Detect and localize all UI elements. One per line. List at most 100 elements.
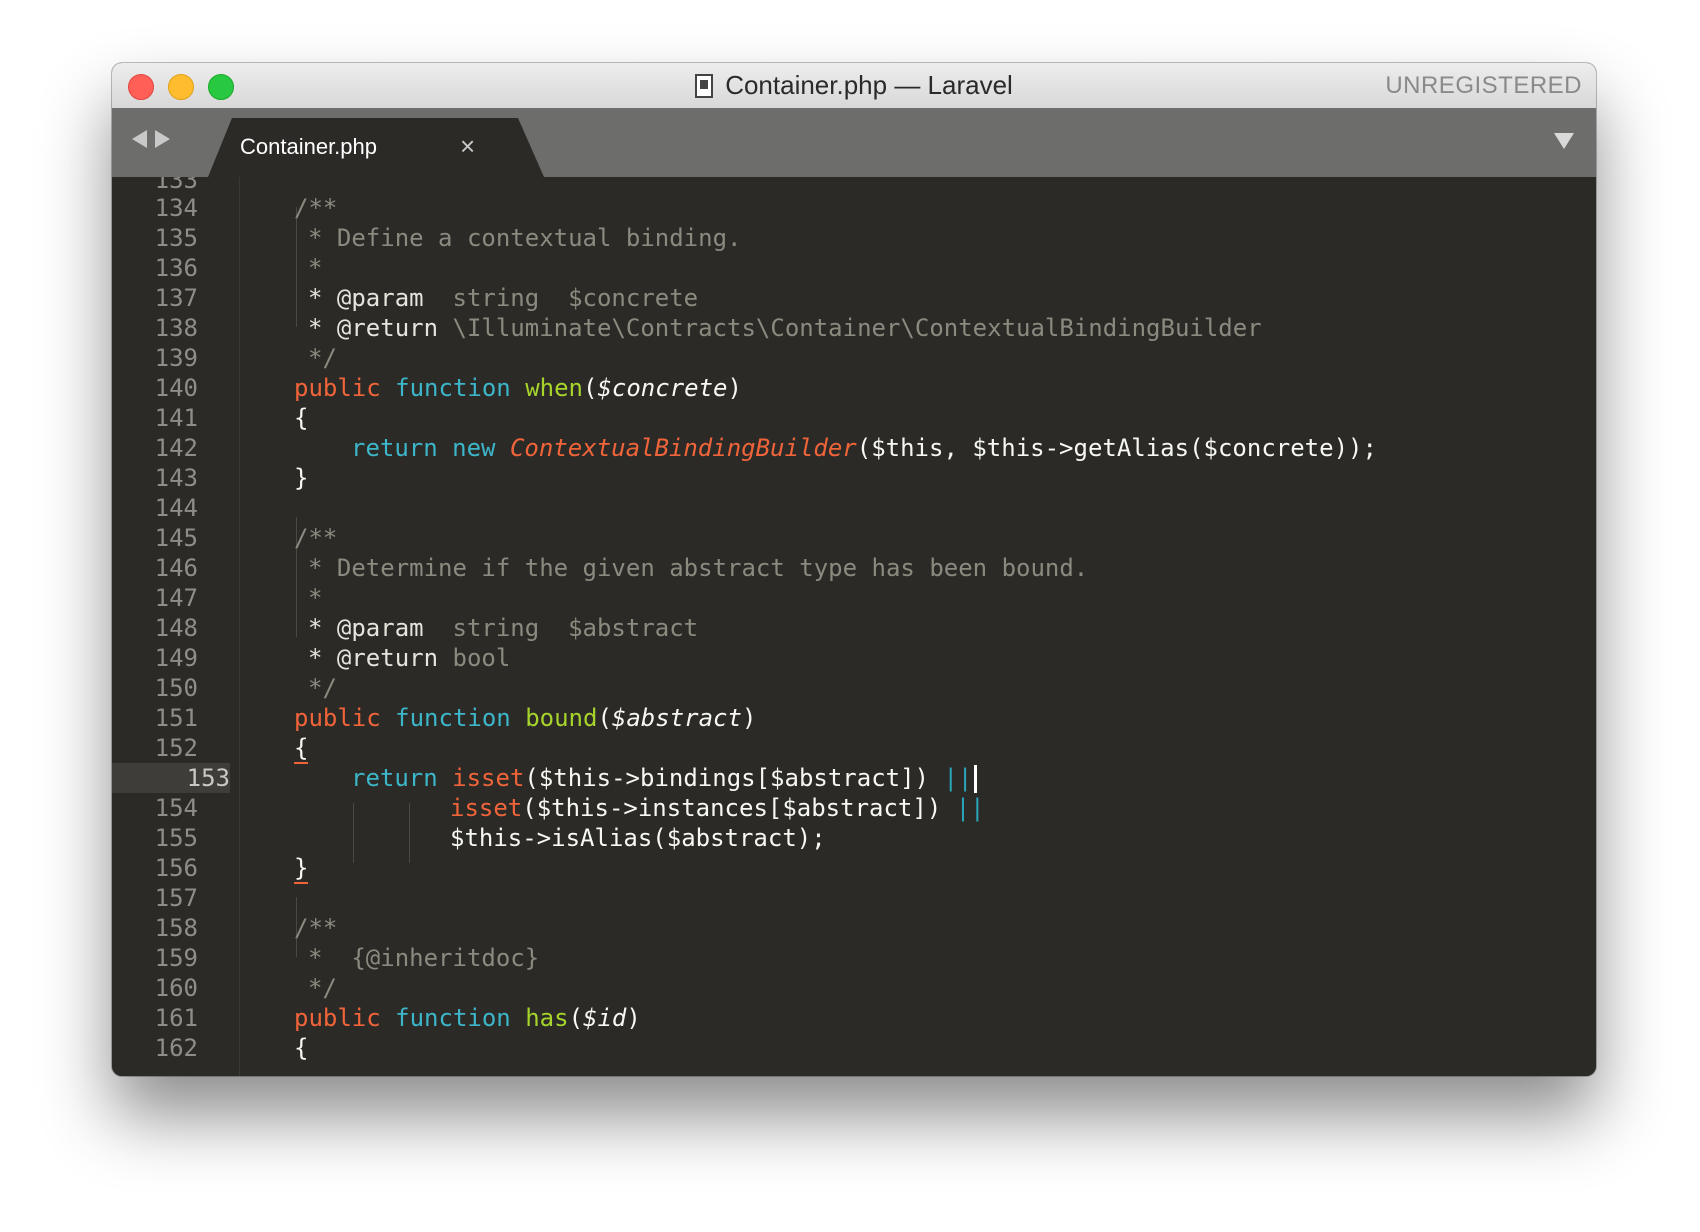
line-number: 161	[154, 1004, 198, 1032]
tab-bar: Container.php ×	[112, 108, 1596, 177]
line-number: 159	[154, 944, 198, 972]
code-line: }	[294, 464, 309, 492]
code-line: }	[294, 853, 309, 884]
punctuation: (	[583, 374, 598, 402]
code-line: */	[308, 344, 337, 372]
keyword: function	[395, 1004, 511, 1032]
function-name: has	[525, 1004, 569, 1032]
code-line: */	[308, 974, 337, 1002]
code-line: *	[308, 254, 323, 282]
punctuation: )	[626, 1004, 641, 1032]
code-area[interactable]: /** * Define a contextual binding. * * @…	[294, 177, 1596, 1076]
code-line: return new ContextualBindingBuilder($thi…	[351, 433, 1377, 463]
function-call: isset	[450, 794, 523, 822]
line-number: 138	[154, 314, 198, 342]
line-number: 136	[154, 254, 198, 282]
code-line: *	[308, 584, 323, 612]
line-number-gutter: 133 134 135 136 137 138 139 140 141 142 …	[112, 177, 230, 1076]
line-number: 148	[154, 614, 198, 642]
indent-guide	[409, 803, 410, 863]
doc-tag: * @return	[308, 644, 439, 672]
code-text: ($this->bindings[$abstract])	[524, 764, 929, 792]
line-number: 147	[154, 584, 198, 612]
doc-tag: * @param	[308, 284, 424, 312]
keyword: function	[395, 704, 511, 732]
doc-text: \Illuminate\Contracts\Container\Contextu…	[438, 314, 1262, 342]
punctuation: )	[741, 704, 757, 732]
line-number: 142	[154, 434, 198, 462]
tab-close-icon[interactable]: ×	[460, 131, 475, 162]
line-number: 162	[154, 1034, 198, 1062]
line-number: 140	[154, 374, 198, 402]
punctuation: )	[727, 374, 742, 402]
code-line: * @return \Illuminate\Contracts\Containe…	[308, 313, 1262, 343]
doc-tag: * @param	[308, 614, 424, 642]
line-number: 144	[154, 494, 198, 522]
code-line: * @param string $concrete	[308, 283, 698, 313]
window-title: Container.php — Laravel	[725, 70, 1013, 100]
matched-brace: }	[294, 854, 309, 884]
title-bar: Container.php — Laravel UNREGISTERED	[112, 63, 1596, 109]
keyword: return	[351, 764, 438, 792]
class-name: ContextualBindingBuilder	[509, 434, 857, 462]
line-number: 152	[154, 734, 198, 762]
code-text: ($this, $this->getAlias($concrete));	[856, 434, 1377, 462]
registration-status: UNREGISTERED	[1385, 72, 1582, 99]
line-number: 145	[154, 524, 198, 552]
code-line: public function when($concrete)	[294, 373, 742, 403]
line-number: 146	[154, 554, 198, 582]
function-name: when	[525, 374, 583, 402]
function-name: bound	[525, 704, 598, 732]
code-line: public function has($id)	[294, 1003, 641, 1033]
punctuation: (	[568, 1004, 584, 1032]
code-line: * @return bool	[308, 643, 510, 673]
code-editor[interactable]: 133 134 135 136 137 138 139 140 141 142 …	[112, 177, 1596, 1076]
doc-tag: * @return	[308, 314, 439, 342]
gutter-divider	[239, 177, 240, 1076]
code-line: * @param string $abstract	[308, 613, 698, 643]
parameter: $concrete	[597, 374, 728, 402]
keyword: public	[294, 704, 381, 732]
line-number: 153	[186, 764, 230, 792]
line-number: 155	[154, 824, 198, 852]
keyword: public	[294, 1004, 381, 1032]
matched-brace: {	[294, 734, 309, 764]
tab-container-php[interactable]: Container.php ×	[208, 118, 544, 177]
line-number: 157	[154, 884, 198, 912]
parameter: $abstract	[611, 704, 742, 732]
keyword: function	[395, 374, 511, 402]
line-number: 160	[154, 974, 198, 1002]
window-title-area: Container.php — Laravel	[112, 63, 1596, 108]
text-cursor	[974, 765, 978, 793]
doc-text: string $abstract	[423, 614, 699, 642]
code-text: ($this->instances[$abstract])	[522, 794, 942, 822]
line-number: 151	[154, 704, 198, 732]
tab-label: Container.php	[240, 134, 377, 159]
code-line: /**	[294, 914, 338, 942]
code-line-active: return isset($this->bindings[$abstract])…	[351, 763, 978, 793]
line-number: 156	[154, 854, 198, 882]
code-line: */	[308, 674, 337, 702]
chevron-down-icon[interactable]	[1554, 133, 1574, 149]
parameter: $id	[583, 1004, 627, 1032]
code-line: public function bound($abstract)	[294, 703, 756, 733]
file-icon	[695, 73, 714, 98]
indent-guide	[296, 207, 297, 327]
code-line: {	[294, 404, 309, 432]
editor-window: Container.php — Laravel UNREGISTERED Con…	[112, 63, 1596, 1076]
keyword: new	[452, 434, 496, 462]
indent-guide	[353, 803, 354, 863]
function-call: isset	[452, 764, 525, 792]
code-line: * Determine if the given abstract type h…	[308, 554, 1089, 582]
punctuation: (	[597, 704, 612, 732]
keyword: public	[294, 374, 381, 402]
line-number: 135	[154, 224, 198, 252]
line-number: 141	[154, 404, 198, 432]
operator: ||	[955, 794, 985, 822]
code-line: isset($this->instances[$abstract]) ||	[450, 793, 985, 823]
arrow-right-icon[interactable]	[155, 130, 170, 148]
line-number: 149	[154, 644, 198, 672]
code-line: * Define a contextual binding.	[308, 224, 742, 252]
arrow-left-icon[interactable]	[132, 130, 147, 148]
active-line-number: 153	[112, 763, 230, 793]
